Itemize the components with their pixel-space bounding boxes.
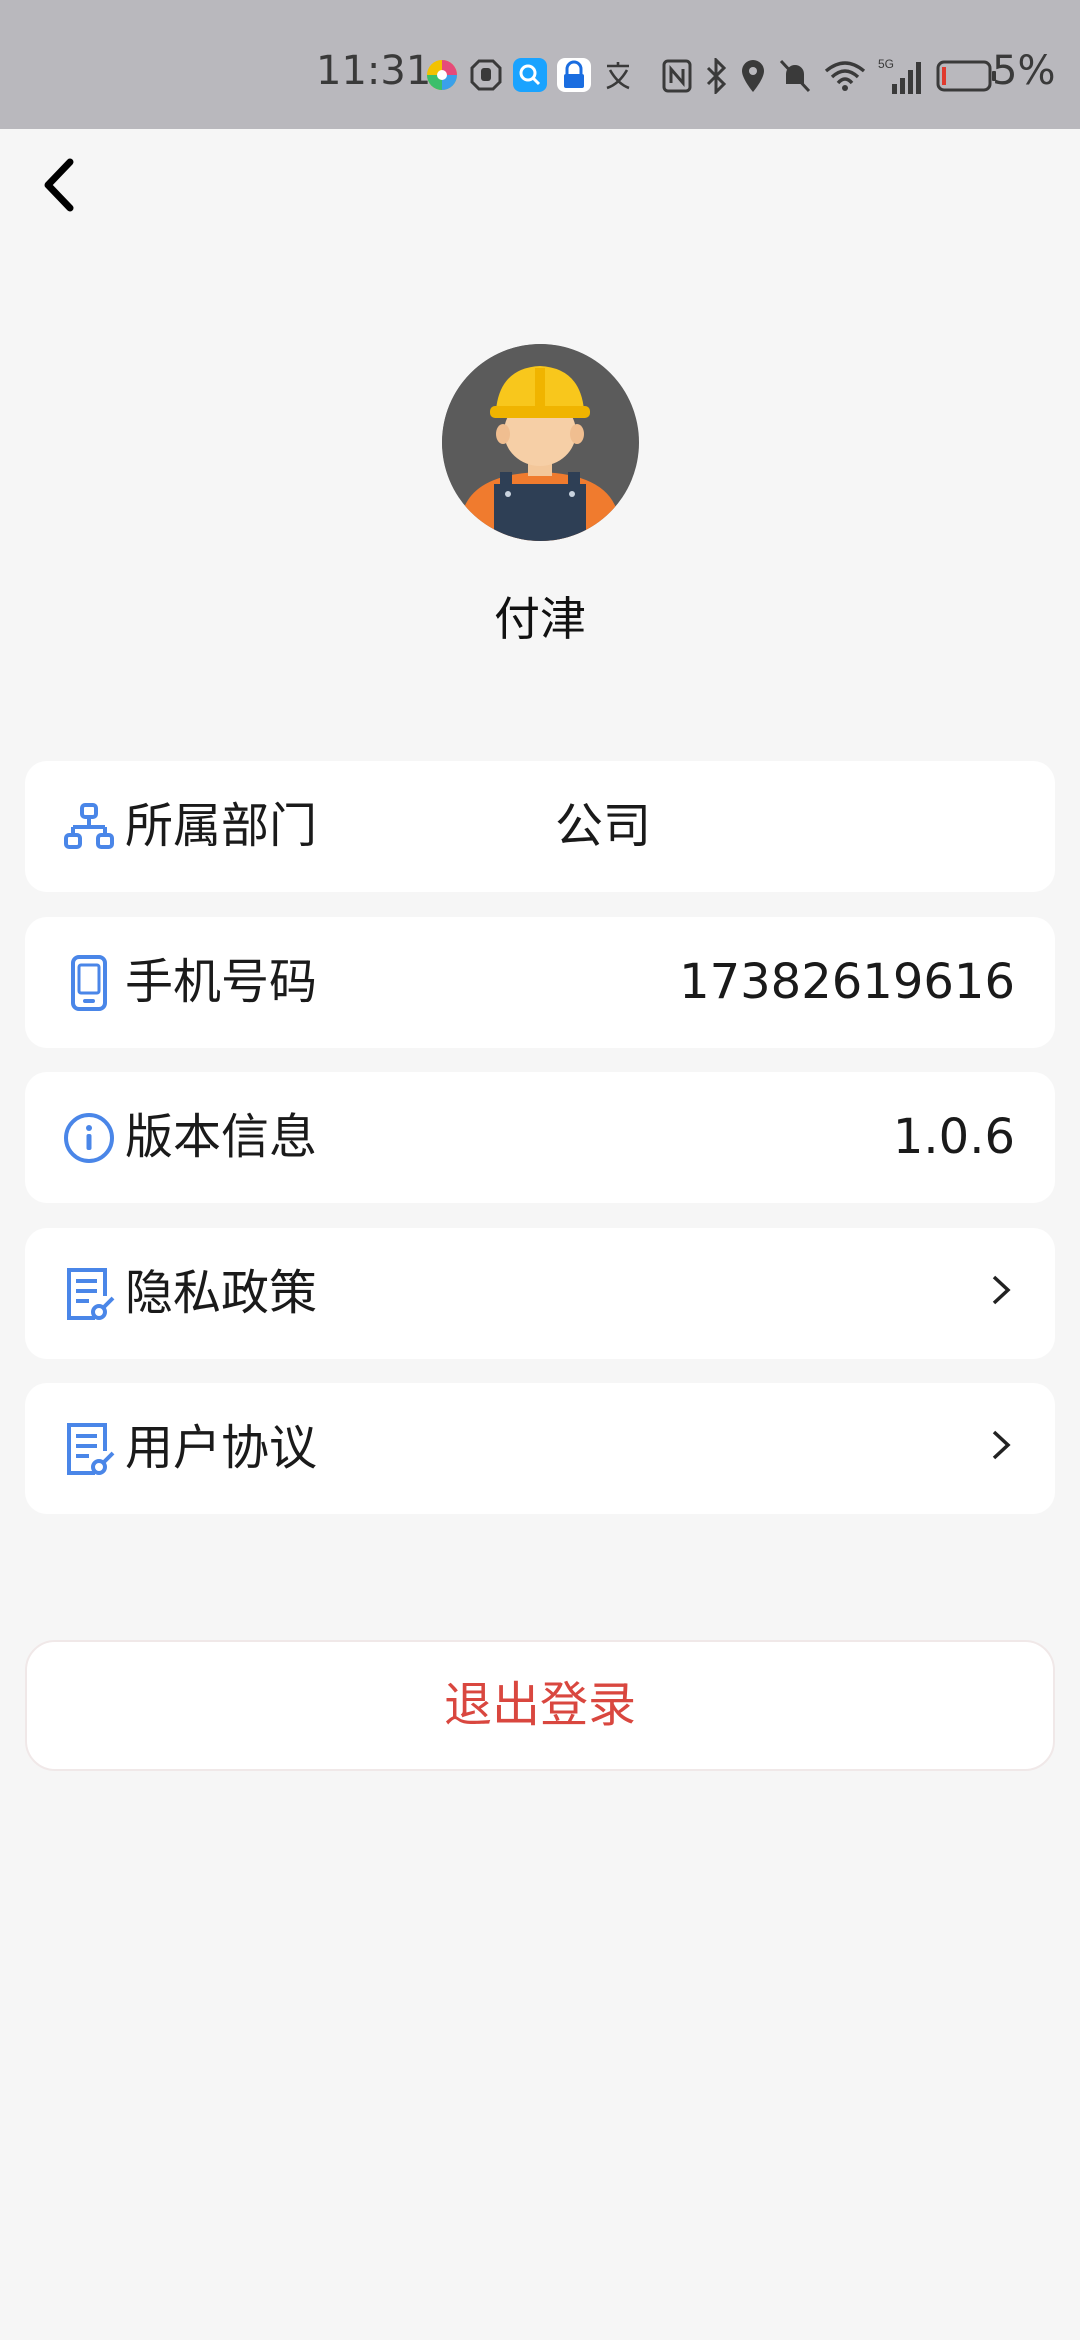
org-chart-icon (64, 803, 114, 849)
worker-avatar-icon (442, 344, 638, 541)
user-agreement-row[interactable]: 用户协议 (25, 1383, 1055, 1514)
wifi-icon (824, 61, 866, 91)
phone-row: 手机号码 17382619616 (25, 917, 1055, 1048)
signal-5g-icon: 5G (878, 57, 921, 94)
lock-app-icon (557, 58, 591, 92)
version-row: 版本信息 1.0.6 (25, 1072, 1055, 1203)
logout-button[interactable]: 退出登录 (25, 1640, 1055, 1771)
bluetooth-icon (706, 58, 727, 94)
user-name: 付津 (494, 592, 586, 646)
location-icon (742, 60, 764, 92)
document-edit-icon (67, 1423, 115, 1475)
department-value: 公司 (555, 798, 652, 854)
avatar (442, 344, 639, 541)
version-value: 1.0.6 (892, 1109, 1015, 1165)
privacy-policy-label: 隐私政策 (125, 1265, 318, 1321)
nfc-icon (662, 59, 692, 93)
chevron-right-icon (992, 1275, 1011, 1305)
version-label: 版本信息 (125, 1109, 318, 1165)
privacy-policy-row[interactable]: 隐私政策 (25, 1228, 1055, 1359)
phone-icon (71, 955, 107, 1011)
info-icon (64, 1113, 114, 1163)
status-bar: 11:31 5G 5% (0, 0, 1080, 129)
phone-label: 手机号码 (125, 954, 318, 1010)
status-time: 11:31 (316, 48, 432, 94)
battery-icon (936, 60, 996, 92)
phone-value: 17382619616 (679, 954, 1015, 1010)
mute-icon (779, 59, 811, 93)
back-arrow-icon[interactable] (36, 152, 88, 218)
battery-percent: 5% (992, 48, 1056, 94)
svg-text:5G: 5G (878, 57, 894, 71)
color-wheel-app-icon (427, 60, 457, 90)
department-row: 所属部门 公司 (25, 761, 1055, 892)
status-app-icons (425, 58, 635, 92)
translate-icon (606, 62, 630, 90)
department-label: 所属部门 (125, 798, 318, 854)
document-edit-icon (67, 1268, 115, 1320)
status-system-icons: 5G (662, 56, 998, 96)
chevron-right-icon (992, 1430, 1011, 1460)
hand-icon (470, 59, 502, 91)
search-app-icon (513, 58, 547, 92)
user-agreement-label: 用户协议 (125, 1420, 318, 1476)
